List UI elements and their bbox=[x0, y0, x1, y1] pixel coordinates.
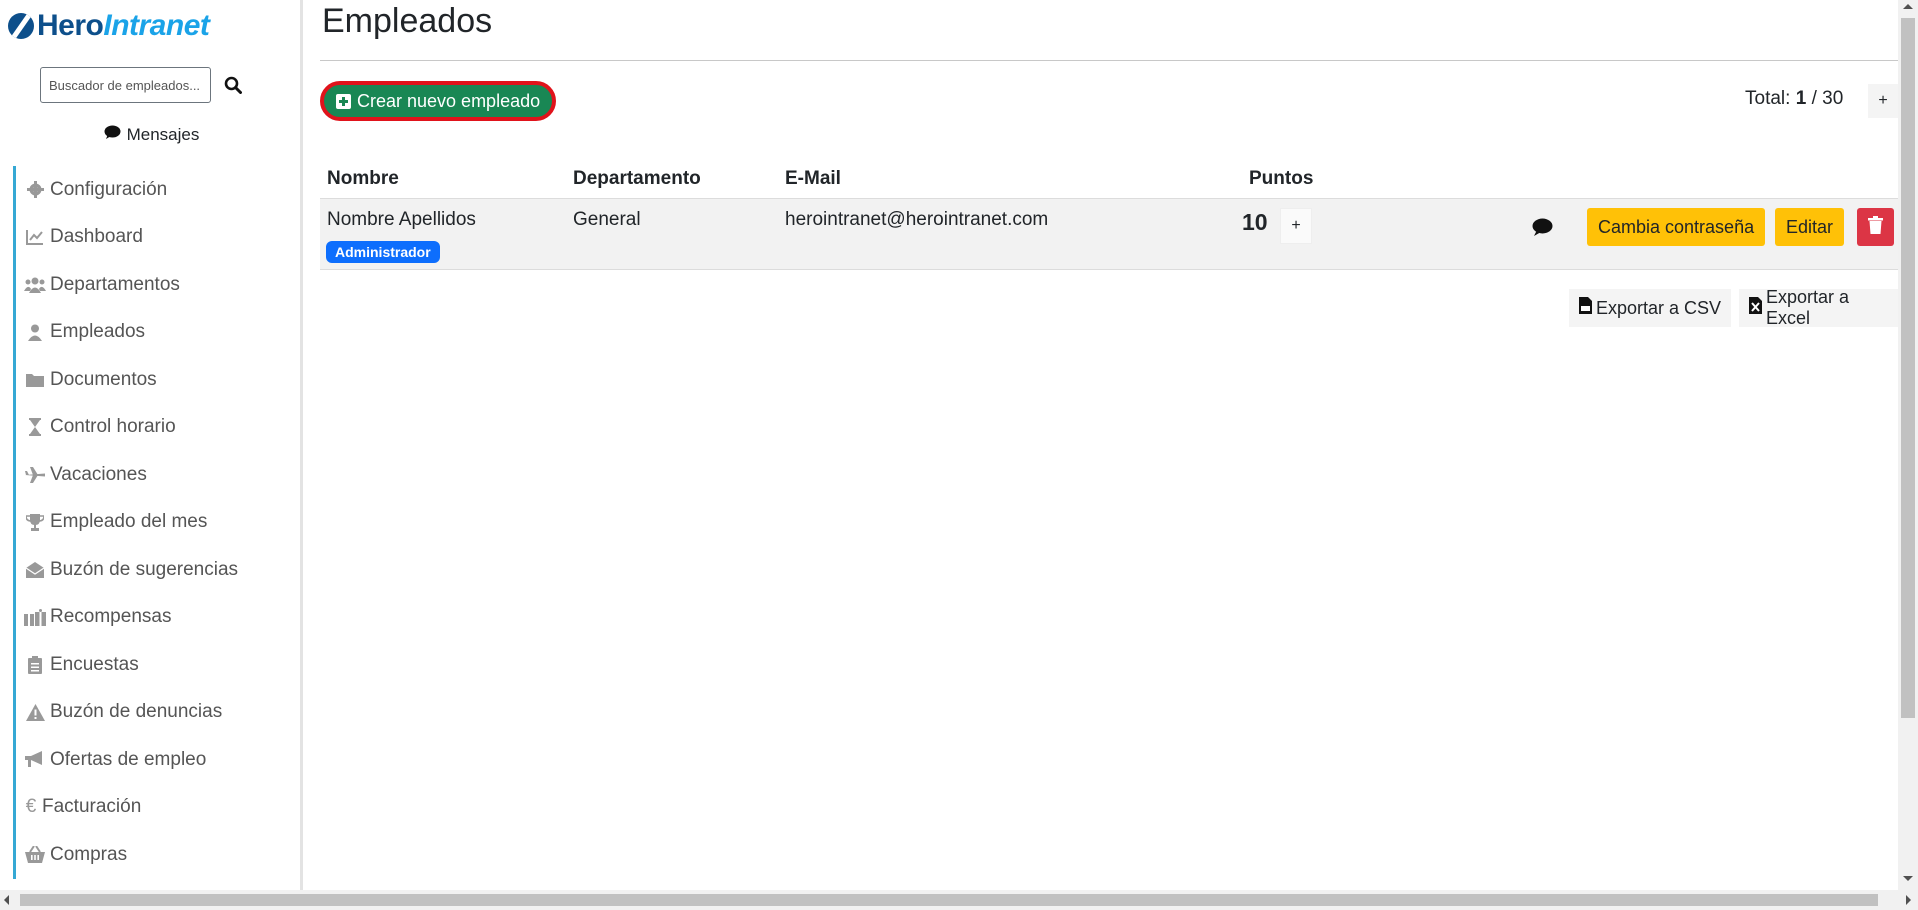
create-employee-label: Crear nuevo empleado bbox=[357, 90, 541, 111]
sidebar-item-label: Ofertas de empleo bbox=[50, 748, 207, 770]
add-points-button[interactable]: + bbox=[1280, 208, 1312, 244]
sidebar-item-label: Departamentos bbox=[50, 273, 180, 295]
app: HeroIntranet Mensajes Configuración Dash… bbox=[0, 0, 1898, 890]
total-max: 30 bbox=[1822, 88, 1844, 109]
main-content: Empleados Crear nuevo empleado Total: 1 … bbox=[320, 0, 1898, 890]
page-title: Empleados bbox=[322, 2, 493, 40]
envelope-open-icon bbox=[24, 560, 46, 580]
column-header-puntos: Puntos bbox=[1249, 168, 1314, 189]
scroll-right-arrow-icon[interactable] bbox=[1906, 895, 1911, 905]
sidebar-item-facturacion[interactable]: € Facturación bbox=[16, 784, 300, 832]
messages-link[interactable]: Mensajes bbox=[0, 125, 300, 145]
sidebar-item-label: Compras bbox=[50, 843, 128, 865]
trophy-icon bbox=[24, 512, 46, 532]
sidebar-item-label: Facturación bbox=[42, 796, 142, 818]
create-employee-button[interactable]: Crear nuevo empleado bbox=[320, 81, 557, 121]
comment-icon bbox=[104, 125, 121, 145]
edit-button[interactable]: Editar bbox=[1775, 208, 1845, 246]
sidebar-item-buzon-denuncias[interactable]: Buzón de denuncias bbox=[16, 689, 300, 737]
sidebar-item-label: Documentos bbox=[50, 368, 157, 390]
column-header-departamento: Departamento bbox=[573, 168, 701, 189]
file-csv-icon bbox=[1579, 297, 1592, 319]
basket-icon bbox=[24, 845, 46, 865]
employee-email: herointranet@herointranet.com bbox=[785, 209, 1049, 230]
search-input[interactable] bbox=[40, 67, 211, 103]
user-icon bbox=[24, 322, 46, 342]
sidebar-item-vacaciones[interactable]: Vacaciones bbox=[16, 451, 300, 499]
logo-text: HeroIntranet bbox=[37, 9, 210, 42]
export-csv-button[interactable]: Exportar a CSV bbox=[1569, 289, 1732, 327]
export-csv-label: Exportar a CSV bbox=[1596, 297, 1722, 318]
send-message-icon[interactable] bbox=[1530, 215, 1554, 239]
sidebar-item-label: Buzón de denuncias bbox=[50, 701, 223, 723]
role-badge: Administrador bbox=[326, 241, 440, 263]
sidebar: HeroIntranet Mensajes Configuración Dash… bbox=[0, 0, 303, 890]
export-excel-label: Exportar a Excel bbox=[1766, 287, 1850, 328]
euro-icon: € bbox=[25, 796, 37, 818]
sidebar-item-label: Dashboard bbox=[50, 226, 143, 248]
file-excel-icon bbox=[1749, 297, 1762, 319]
vertical-scroll-thumb[interactable] bbox=[1901, 18, 1915, 718]
export-excel-button[interactable]: Exportar a Excel bbox=[1739, 287, 1898, 328]
sidebar-item-empleados[interactable]: Empleados bbox=[16, 309, 300, 357]
horizontal-scrollbar[interactable] bbox=[0, 890, 1918, 910]
sidebar-item-label: Empleado del mes bbox=[50, 511, 208, 533]
column-header-nombre: Nombre bbox=[327, 168, 399, 189]
employee-points: 10 bbox=[1242, 209, 1268, 235]
add-license-button[interactable]: + bbox=[1868, 84, 1898, 118]
users-icon bbox=[24, 275, 46, 295]
total-current: 1 bbox=[1795, 88, 1807, 109]
sidebar-item-label: Recompensas bbox=[50, 606, 172, 628]
folder-icon bbox=[24, 370, 46, 390]
hourglass-icon bbox=[24, 417, 46, 437]
horizontal-scroll-thumb[interactable] bbox=[20, 894, 1878, 906]
warning-icon bbox=[24, 702, 46, 722]
gifts-icon bbox=[24, 607, 46, 627]
sidebar-item-documentos[interactable]: Documentos bbox=[16, 356, 300, 404]
sidebar-item-departamentos[interactable]: Departamentos bbox=[16, 261, 300, 309]
sidebar-item-empleado-del-mes[interactable]: Empleado del mes bbox=[16, 499, 300, 547]
sidebar-item-label: Configuración bbox=[50, 178, 168, 200]
chart-line-icon bbox=[24, 227, 46, 247]
employee-name[interactable]: Nombre Apellidos bbox=[327, 209, 476, 231]
sidebar-item-buzon-sugerencias[interactable]: Buzón de sugerencias bbox=[16, 546, 300, 594]
employee-search bbox=[40, 67, 251, 103]
scroll-up-arrow-icon[interactable] bbox=[1903, 4, 1913, 9]
sidebar-item-label: Encuestas bbox=[50, 653, 139, 675]
search-icon[interactable] bbox=[215, 67, 251, 103]
sidebar-item-compras[interactable]: Compras bbox=[16, 831, 300, 879]
plane-icon bbox=[24, 465, 46, 485]
vertical-scrollbar[interactable] bbox=[1898, 0, 1918, 890]
sidebar-item-configuracion[interactable]: Configuración bbox=[16, 166, 300, 214]
column-header-email: E-Mail bbox=[785, 168, 841, 189]
scroll-left-arrow-icon[interactable] bbox=[4, 895, 9, 905]
logo[interactable]: HeroIntranet bbox=[8, 8, 210, 44]
trash-icon bbox=[1868, 215, 1883, 239]
sidebar-nav: Configuración Dashboard Departamentos Em… bbox=[13, 166, 300, 879]
divider bbox=[320, 60, 1898, 61]
messages-label: Mensajes bbox=[126, 125, 200, 144]
sidebar-item-dashboard[interactable]: Dashboard bbox=[16, 214, 300, 262]
sidebar-item-label: Empleados bbox=[50, 321, 146, 343]
logo-icon bbox=[8, 13, 34, 39]
sidebar-item-ofertas-empleo[interactable]: Ofertas de empleo bbox=[16, 736, 300, 784]
sidebar-item-label: Buzón de sugerencias bbox=[50, 558, 239, 580]
sidebar-item-label: Vacaciones bbox=[50, 463, 147, 485]
clipboard-list-icon bbox=[24, 655, 46, 675]
sidebar-item-label: Control horario bbox=[50, 416, 176, 438]
change-password-button[interactable]: Cambia contraseña bbox=[1587, 208, 1766, 246]
delete-button[interactable] bbox=[1857, 208, 1894, 246]
sidebar-item-recompensas[interactable]: Recompensas bbox=[16, 594, 300, 642]
gear-icon bbox=[24, 180, 46, 200]
sidebar-item-control-horario[interactable]: Control horario bbox=[16, 404, 300, 452]
plus-square-icon bbox=[336, 93, 351, 109]
scroll-down-arrow-icon[interactable] bbox=[1903, 876, 1913, 881]
employee-department: General bbox=[573, 209, 641, 230]
table-row: Nombre Apellidos Administrador General h… bbox=[320, 198, 1898, 270]
bullhorn-icon bbox=[24, 750, 46, 770]
employee-total: Total: 1 / 30 bbox=[1745, 88, 1844, 109]
sidebar-item-encuestas[interactable]: Encuestas bbox=[16, 641, 300, 689]
